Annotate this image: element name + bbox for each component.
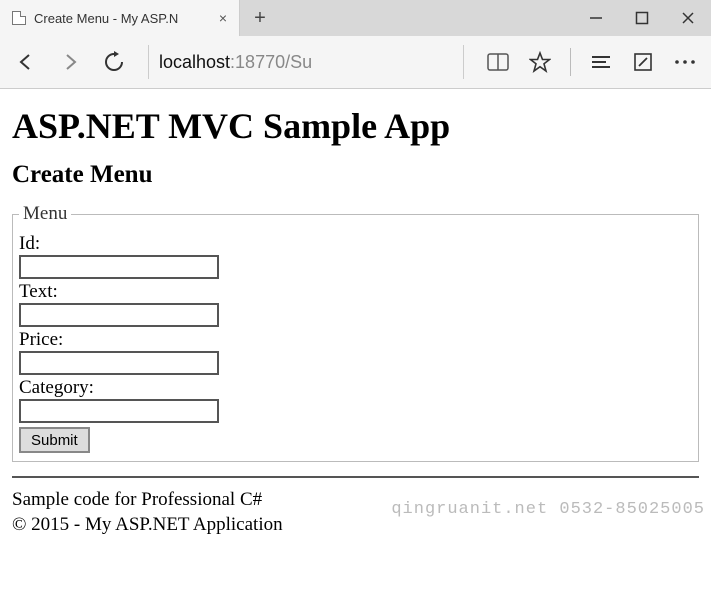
price-input[interactable] [19, 351, 219, 375]
category-label: Category: [19, 377, 688, 399]
new-tab-button[interactable]: + [240, 0, 280, 36]
close-tab-icon[interactable]: × [219, 10, 227, 26]
maximize-button[interactable] [619, 0, 665, 36]
tab-title: Create Menu - My ASP.N [34, 11, 211, 26]
back-button[interactable] [10, 46, 42, 78]
toolbar-separator [570, 48, 571, 76]
footer-line-2: © 2015 - My ASP.NET Application [12, 513, 699, 538]
page-icon [12, 11, 26, 25]
menu-fieldset: Menu Id: Text: Price: Category: Submit [12, 203, 699, 462]
favorites-icon[interactable] [524, 46, 556, 78]
window-controls [573, 0, 711, 36]
text-label: Text: [19, 281, 688, 303]
browser-tab[interactable]: Create Menu - My ASP.N × [0, 0, 240, 36]
id-label: Id: [19, 233, 688, 255]
titlebar: Create Menu - My ASP.N × + [0, 0, 711, 36]
web-note-icon[interactable] [627, 46, 659, 78]
price-label: Price: [19, 329, 688, 351]
toolbar: localhost:18770/Su [0, 36, 711, 88]
address-bar[interactable]: localhost:18770/Su [148, 45, 464, 79]
more-icon[interactable] [669, 46, 701, 78]
address-rest: :18770/Su [230, 52, 312, 73]
close-window-button[interactable] [665, 0, 711, 36]
refresh-button[interactable] [98, 46, 130, 78]
category-input[interactable] [19, 399, 219, 423]
forward-button[interactable] [54, 46, 86, 78]
reading-view-icon[interactable] [482, 46, 514, 78]
address-host: localhost [159, 52, 230, 73]
minimize-button[interactable] [573, 0, 619, 36]
browser-chrome: Create Menu - My ASP.N × + localhost:1 [0, 0, 711, 89]
page-content: ASP.NET MVC Sample App Create Menu Menu … [0, 89, 711, 547]
page-title: ASP.NET MVC Sample App [12, 105, 699, 147]
footer-line-1: Sample code for Professional C# [12, 488, 699, 513]
hub-icon[interactable] [585, 46, 617, 78]
page-subtitle: Create Menu [12, 161, 699, 189]
fieldset-legend: Menu [19, 203, 71, 225]
id-input[interactable] [19, 255, 219, 279]
text-input[interactable] [19, 303, 219, 327]
submit-button[interactable]: Submit [19, 427, 90, 453]
footer-separator [12, 476, 699, 478]
